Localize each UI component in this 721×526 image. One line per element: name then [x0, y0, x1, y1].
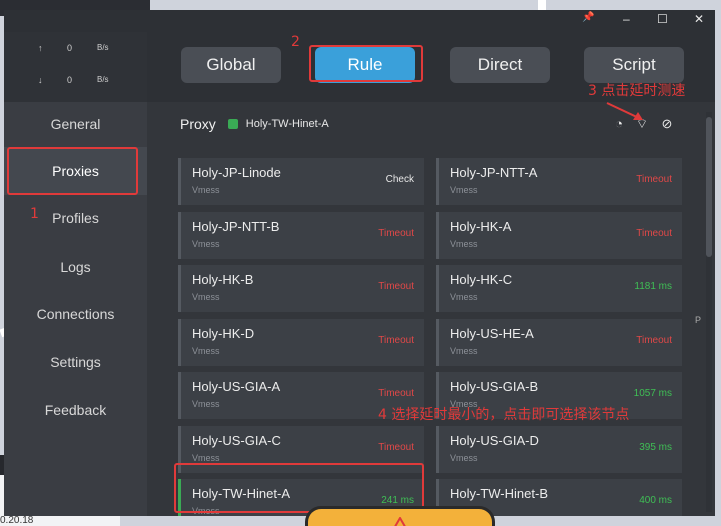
traffic-panel: ↑ 0 B/s ↓ 0 B/s [4, 32, 147, 102]
proxy-name: Holy-US-GIA-C [192, 432, 281, 448]
scroll-marker: P [695, 315, 702, 325]
proxy-type: Vmess [192, 185, 220, 195]
pin-icon[interactable]: 📌 [582, 12, 594, 23]
annotation-box-proxies [7, 147, 138, 195]
check-latency-button[interactable]: Check [386, 174, 414, 185]
mode-script-button[interactable]: Script [584, 47, 684, 83]
proxy-name: Holy-JP-Linode [192, 165, 281, 180]
annotation-box-rule [309, 45, 423, 82]
proxy-latency: Timeout [636, 227, 672, 239]
mode-global-button[interactable]: Global [181, 47, 281, 83]
proxy-type: Vmess [450, 185, 478, 195]
upload-arrow-icon: ↑ [38, 43, 43, 53]
background-window-text: 0.20.18 [0, 515, 34, 526]
proxy-type: Vmess [450, 238, 478, 249]
proxy-name: Holy-HK-C [450, 272, 513, 287]
close-icon[interactable]: ✕ [694, 12, 704, 26]
proxy-latency: 400 ms [639, 495, 672, 506]
sidebar-item-settings[interactable]: Settings [4, 338, 147, 386]
proxy-type: Vmess [192, 399, 220, 409]
proxy-type: Vmess [450, 292, 478, 302]
proxy-card[interactable]: Holy-HK-C Vmess 1181 ms [436, 265, 682, 312]
proxy-group-header[interactable]: Proxy Holy-TW-Hinet-A [180, 114, 329, 134]
proxy-card[interactable]: Holy-HK-B Vmess Timeout [178, 265, 424, 312]
sidebar-item-logs[interactable]: Logs [4, 243, 147, 291]
sidebar: ↑ 0 B/s ↓ 0 B/s General Proxies Profiles… [4, 32, 147, 516]
annotation-step-2: 2 [291, 34, 300, 50]
proxy-card[interactable]: Holy-HK-A Vmess Timeout [436, 211, 682, 259]
download-traffic: ↓ 0 B/s [4, 72, 147, 90]
proxy-card[interactable]: Holy-US-GIA-D Vmess 395 ms [436, 425, 682, 473]
proxy-name: Holy-HK-D [192, 325, 255, 341]
proxy-card[interactable]: Holy-HK-D Vmess Timeout [178, 318, 424, 366]
proxy-name: Holy-JP-NTT-B [192, 218, 280, 234]
proxy-latency: Timeout [378, 281, 414, 292]
download-value: 0 [67, 75, 73, 85]
proxy-latency: 395 ms [639, 441, 672, 453]
proxy-type: Vmess [192, 292, 220, 302]
maximize-icon[interactable]: ☐ [657, 12, 668, 26]
proxy-group-selected: Holy-TW-Hinet-A [245, 118, 329, 130]
annotation-step-4: 4 选择延时最小的，点击即可选择该节点 [378, 407, 630, 423]
proxy-group-name: Proxy [180, 116, 216, 132]
annotation-arrow-3 [606, 102, 643, 120]
proxy-name: Holy-US-GIA-D [450, 432, 539, 448]
sidebar-item-general[interactable]: General [4, 100, 147, 148]
proxy-latency: Timeout [636, 334, 672, 346]
proxy-latency: Timeout [378, 227, 414, 239]
proxy-type: Vmess [450, 452, 478, 463]
proxy-type: Vmess [192, 238, 220, 249]
proxy-type: Vmess [192, 452, 220, 463]
title-bar: 📌 – ☐ ✕ [4, 10, 715, 32]
proxy-latency: Timeout [378, 441, 414, 453]
proxy-type: Vmess [450, 345, 478, 356]
sidebar-item-feedback[interactable]: Feedback [4, 386, 147, 434]
proxy-latency: Timeout [378, 388, 414, 399]
proxy-name: Holy-HK-B [192, 272, 254, 287]
upload-traffic: ↑ 0 B/s [4, 40, 147, 58]
proxy-name: Holy-JP-NTT-A [450, 165, 538, 180]
proxy-card[interactable]: Holy-JP-NTT-B Vmess Timeout [178, 211, 424, 259]
mode-direct-button[interactable]: Direct [450, 47, 550, 83]
proxy-name: Holy-US-GIA-B [450, 379, 539, 394]
proxy-name: Holy-US-GIA-A [192, 379, 281, 394]
sidebar-item-connections[interactable]: Connections [4, 290, 147, 338]
annotation-step-1: 1 [30, 206, 39, 222]
warning-icon [394, 517, 406, 526]
proxy-latency: 1181 ms [634, 281, 672, 292]
warning-tab [305, 506, 495, 526]
annotation-step-3: 3 点击延时测速 [588, 83, 686, 99]
upload-unit: B/s [97, 43, 109, 52]
download-arrow-icon: ↓ [38, 75, 43, 85]
download-unit: B/s [97, 75, 109, 84]
proxy-card[interactable]: Holy-US-HE-A Vmess Timeout [436, 318, 682, 366]
minimize-icon[interactable]: – [623, 12, 630, 26]
proxy-card[interactable]: Holy-JP-Linode Vmess Check [178, 158, 424, 205]
proxy-latency: 1057 ms [633, 388, 672, 399]
scrollbar-thumb[interactable] [706, 117, 712, 257]
proxy-group-icon [227, 119, 238, 129]
proxy-type: Vmess [192, 345, 220, 356]
upload-value: 0 [67, 43, 73, 53]
proxy-latency: Timeout [636, 174, 672, 185]
proxy-latency: Timeout [378, 334, 414, 346]
proxy-name: Holy-HK-A [450, 218, 512, 234]
proxy-name: Holy-TW-Hinet-B [450, 486, 548, 501]
proxy-name: Holy-US-HE-A [450, 325, 534, 341]
sidebar-item-profiles[interactable]: Profiles [4, 194, 147, 242]
proxy-card[interactable]: Holy-JP-NTT-A Vmess Timeout [436, 158, 682, 205]
